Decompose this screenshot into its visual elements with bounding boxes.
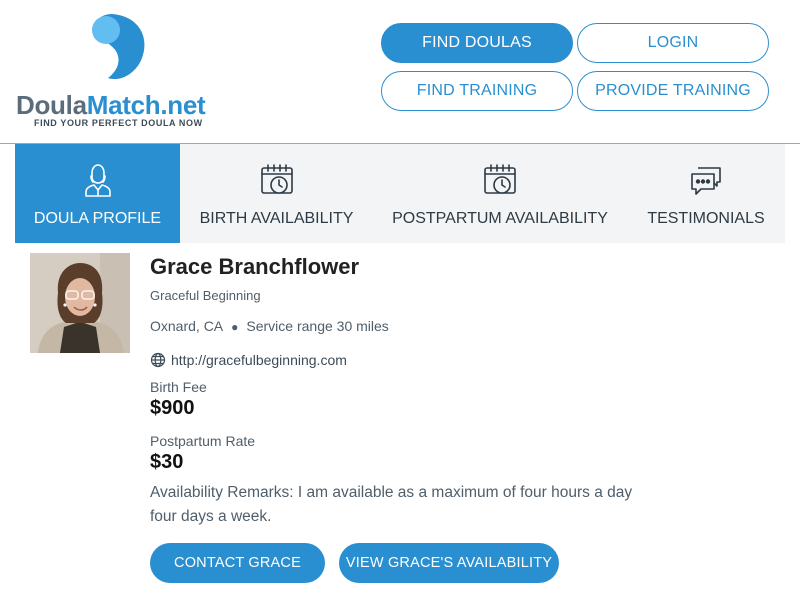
separator-dot: ● [231, 320, 239, 334]
postpartum-rate-label: Postpartum Rate [150, 433, 256, 449]
service-range-text: Service range 30 miles [246, 318, 389, 334]
tab-doula-profile[interactable]: DOULA PROFILE [15, 144, 180, 243]
site-logo[interactable]: DoulaMatch.net FIND YOUR PERFECT DOULA N… [16, 12, 226, 132]
postpartum-rate-value: $30 [150, 451, 184, 473]
location-line: Oxnard, CA ● Service range 30 miles [150, 318, 389, 334]
login-button[interactable]: LOGIN [577, 23, 769, 63]
profile-tabs: DOULA PROFILE BIRTH AVAILABILITY POSTPAR… [15, 144, 785, 243]
logo-wordmark: DoulaMatch.net [16, 90, 206, 120]
tab-postpartum-availability[interactable]: POSTPARTUM AVAILABILITY [373, 144, 627, 243]
location-text: Oxnard, CA [150, 318, 224, 334]
globe-icon [150, 352, 166, 368]
tab-testimonials[interactable]: TESTIMONIALS [627, 144, 785, 243]
doula-name: Grace Branchflower [150, 254, 360, 279]
view-availability-button[interactable]: VIEW GRACE'S AVAILABILITY [339, 543, 559, 583]
calendar-clock-icon [484, 164, 516, 194]
tab-label: BIRTH AVAILABILITY [199, 210, 354, 227]
tab-birth-availability[interactable]: BIRTH AVAILABILITY [180, 144, 373, 243]
logo-tagline: FIND YOUR PERFECT DOULA NOW [34, 118, 203, 128]
website-link[interactable]: http://gracefulbeginning.com [171, 352, 347, 368]
tab-label: TESTIMONIALS [647, 210, 765, 227]
business-name: Graceful Beginning [150, 288, 261, 303]
birth-fee-label: Birth Fee [150, 379, 207, 395]
calendar-clock-icon [260, 164, 293, 194]
tab-label: DOULA PROFILE [33, 210, 162, 227]
tab-label: POSTPARTUM AVAILABILITY [392, 210, 608, 227]
logo-mark-icon [92, 14, 145, 80]
availability-remarks: Availability Remarks: I am available as … [150, 484, 633, 525]
find-training-button[interactable]: FIND TRAINING [381, 71, 573, 111]
website-line: http://gracefulbeginning.com [150, 352, 347, 368]
person-icon [84, 164, 111, 197]
birth-fee-value: $900 [150, 397, 195, 419]
provide-training-button[interactable]: PROVIDE TRAINING [577, 71, 769, 111]
profile-photo [30, 253, 130, 353]
chat-bubbles-icon [691, 167, 721, 195]
contact-button[interactable]: CONTACT GRACE [150, 543, 325, 583]
find-doulas-button[interactable]: FIND DOULAS [381, 23, 573, 63]
